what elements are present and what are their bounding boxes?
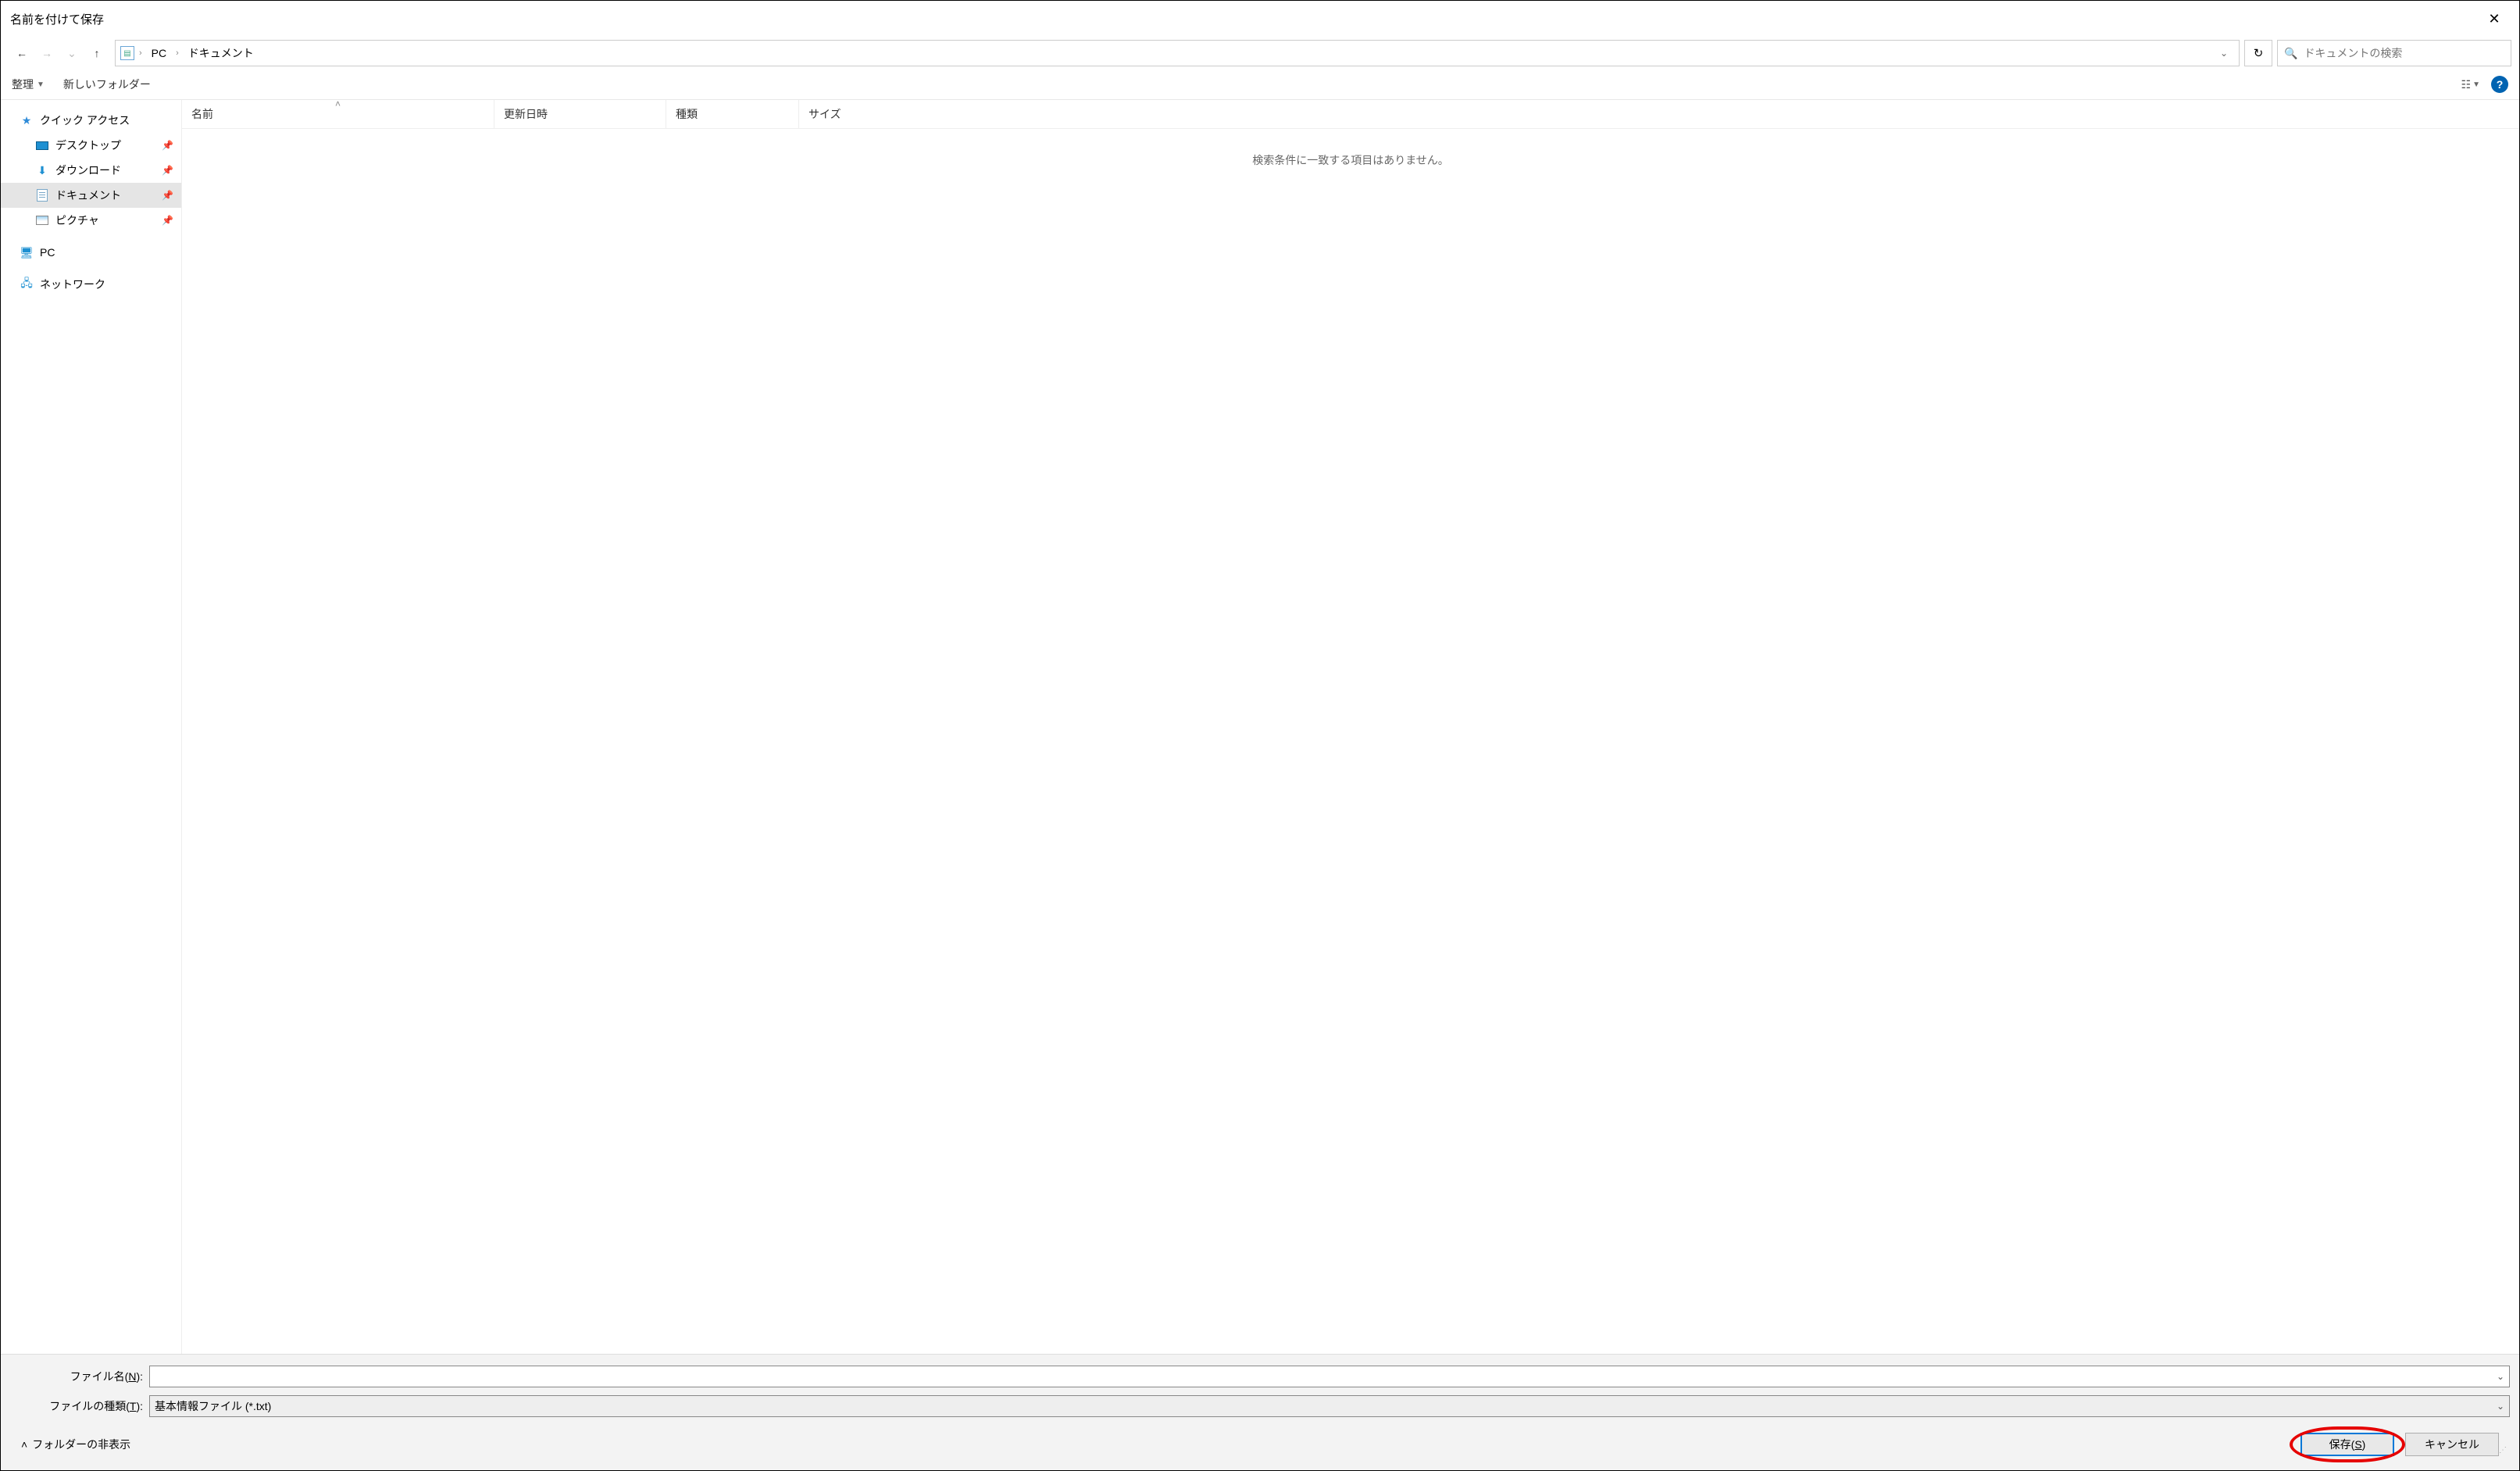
file-list-area: 名前 更新日時 種類 サイズ 検索条件に一致する項目はありません。 (182, 100, 2519, 1354)
pin-icon: 📌 (162, 190, 173, 201)
body: ★ クイック アクセス デスクトップ 📌 ⬇ ダウンロード 📌 ドキュメント 📌… (1, 100, 2519, 1354)
sidebar-label: ネットワーク (40, 277, 105, 292)
forward-button[interactable]: → (38, 45, 55, 62)
picture-icon (35, 213, 49, 227)
footer: ˄ フォルダーの非表示 保存(S) キャンセル ⋰ (10, 1425, 2510, 1462)
filetype-row: ファイルの種類(T): 基本情報ファイル (*.txt) ⌄ (10, 1395, 2510, 1417)
back-button[interactable]: ← (13, 45, 30, 62)
star-icon: ★ (20, 113, 34, 127)
filename-label: ファイル名(N): (10, 1369, 143, 1384)
pc-icon: 🖥 (20, 245, 34, 259)
organize-label: 整理 (12, 77, 34, 92)
sidebar-item-pc[interactable]: 🖥 PC (1, 241, 181, 264)
filename-input[interactable] (155, 1370, 2497, 1383)
column-header-name[interactable]: 名前 (182, 100, 494, 128)
sidebar-item-quick-access[interactable]: ★ クイック アクセス (1, 108, 181, 133)
column-header-type[interactable]: 種類 (666, 100, 799, 128)
search-icon: 🔍 (2284, 47, 2297, 60)
arrow-up-icon: ↑ (95, 47, 100, 59)
save-button[interactable]: 保存(S) (2300, 1433, 2394, 1456)
sidebar-item-desktop[interactable]: デスクトップ 📌 (1, 133, 181, 158)
nav-arrows: ← → ⌄ ↑ (9, 45, 110, 62)
arrow-left-icon: ← (16, 47, 27, 59)
filetype-dropdown[interactable]: 基本情報ファイル (*.txt) ⌄ (149, 1395, 2510, 1417)
caret-down-icon: ▼ (2472, 80, 2480, 89)
sidebar-item-pictures[interactable]: ピクチャ 📌 (1, 208, 181, 233)
breadcrumb[interactable]: ▤ › PC › ドキュメント ⌄ (115, 40, 2240, 66)
chevron-down-icon[interactable]: ⌄ (2497, 1401, 2504, 1412)
cancel-button[interactable]: キャンセル (2405, 1433, 2499, 1456)
sidebar-label: ドキュメント (55, 187, 121, 203)
network-icon: 🖧 (20, 277, 34, 291)
recent-dropdown[interactable]: ⌄ (63, 45, 80, 62)
refresh-icon: ↻ (2254, 46, 2264, 60)
organize-menu[interactable]: 整理 ▼ (12, 77, 45, 92)
refresh-button[interactable]: ↻ (2244, 40, 2272, 66)
breadcrumb-pc[interactable]: PC (147, 44, 171, 62)
chevron-right-icon: › (139, 48, 142, 58)
dialog-title: 名前を付けて保存 (10, 11, 104, 27)
chevron-down-icon: ⌄ (67, 47, 77, 60)
hide-folders-label: フォルダーの非表示 (32, 1437, 130, 1452)
view-menu[interactable]: ☷ ▼ (2461, 78, 2480, 91)
document-icon (35, 188, 49, 202)
sidebar-item-documents[interactable]: ドキュメント 📌 (1, 183, 181, 208)
save-as-dialog: 名前を付けて保存 ✕ ← → ⌄ ↑ ▤ › PC › ドキュメント ⌄ ↻ 🔍 (0, 0, 2520, 1471)
filename-row: ファイル名(N): ⌄ (10, 1366, 2510, 1387)
breadcrumb-dropdown[interactable]: ⌄ (2214, 48, 2234, 59)
sidebar-item-downloads[interactable]: ⬇ ダウンロード 📌 (1, 158, 181, 183)
new-folder-label: 新しいフォルダー (63, 77, 151, 92)
document-folder-icon: ▤ (120, 46, 134, 60)
new-folder-button[interactable]: 新しいフォルダー (63, 77, 151, 92)
breadcrumb-documents[interactable]: ドキュメント (184, 42, 259, 64)
sidebar-label: ピクチャ (55, 212, 99, 228)
empty-message: 検索条件に一致する項目はありません。 (182, 129, 2519, 191)
hide-folders-toggle[interactable]: ˄ フォルダーの非表示 (21, 1437, 130, 1452)
up-button[interactable]: ↑ (88, 45, 105, 62)
cancel-label: キャンセル (2425, 1437, 2479, 1452)
close-button[interactable]: ✕ (2479, 7, 2510, 30)
bottom-panel: ファイル名(N): ⌄ ファイルの種類(T): 基本情報ファイル (*.txt)… (1, 1354, 2519, 1470)
toolbar: 整理 ▼ 新しいフォルダー ☷ ▼ ? (1, 70, 2519, 100)
sidebar-label: ダウンロード (55, 162, 121, 178)
column-header-date[interactable]: 更新日時 (494, 100, 666, 128)
sidebar: ★ クイック アクセス デスクトップ 📌 ⬇ ダウンロード 📌 ドキュメント 📌… (1, 100, 182, 1354)
arrow-right-icon: → (41, 47, 52, 59)
view-icon: ☷ (2461, 78, 2470, 91)
filetype-value: 基本情報ファイル (*.txt) (155, 1398, 271, 1414)
chevron-right-icon: › (176, 48, 179, 58)
chevron-up-icon: ˄ (21, 1438, 27, 1451)
navigation-row: ← → ⌄ ↑ ▤ › PC › ドキュメント ⌄ ↻ 🔍 (1, 37, 2519, 70)
column-headers: 名前 更新日時 種類 サイズ (182, 100, 2519, 129)
help-icon: ? (2497, 78, 2504, 91)
sidebar-label: デスクトップ (55, 137, 121, 153)
pin-icon: 📌 (162, 215, 173, 226)
help-button[interactable]: ? (2491, 76, 2508, 93)
pin-icon: 📌 (162, 165, 173, 176)
sidebar-label: クイック アクセス (40, 112, 130, 128)
titlebar: 名前を付けて保存 ✕ (1, 1, 2519, 37)
desktop-icon (35, 138, 49, 152)
close-icon: ✕ (2488, 11, 2500, 27)
pin-icon: 📌 (162, 140, 173, 151)
filename-combo[interactable]: ⌄ (149, 1366, 2510, 1387)
sidebar-item-network[interactable]: 🖧 ネットワーク (1, 272, 181, 297)
chevron-down-icon[interactable]: ⌄ (2497, 1371, 2504, 1382)
search-input[interactable] (2304, 47, 2504, 59)
button-row: 保存(S) キャンセル (2300, 1433, 2499, 1456)
search-box[interactable]: 🔍 (2277, 40, 2511, 66)
download-icon: ⬇ (35, 163, 49, 177)
sidebar-label: PC (40, 246, 55, 259)
filetype-label: ファイルの種類(T): (10, 1398, 143, 1414)
caret-down-icon: ▼ (37, 80, 45, 89)
column-header-size[interactable]: サイズ (799, 100, 893, 128)
